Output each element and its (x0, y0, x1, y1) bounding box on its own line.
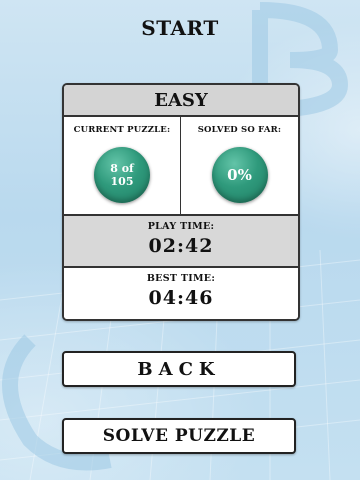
play-time-row: PLAY TIME: 02:42 (64, 216, 298, 268)
play-time-label: PLAY TIME: (147, 221, 215, 232)
page-title: START (141, 16, 219, 40)
solve-puzzle-button[interactable]: SOLVE PUZZLE (62, 418, 296, 454)
solved-so-far-label: SOLVED SO FAR: (197, 125, 282, 135)
back-button[interactable]: BACK (62, 351, 296, 387)
current-puzzle-badge: 8 of 105 (94, 147, 150, 203)
best-time-value: 04:46 (148, 287, 214, 309)
best-time-label: BEST TIME: (146, 273, 216, 284)
solved-so-far-value: 0% (227, 166, 252, 184)
puzzle-info-panel: EASY CURRENT PUZZLE: 8 of 105 SOLVED SO … (62, 83, 300, 321)
solved-so-far-cell: SOLVED SO FAR: 0% (181, 117, 298, 214)
difficulty-header: EASY (64, 85, 298, 117)
best-time-row: BEST TIME: 04:46 (64, 268, 298, 319)
solved-so-far-badge: 0% (211, 147, 268, 203)
current-puzzle-value-line1: 8 of (110, 162, 134, 175)
current-puzzle-value-line2: 105 (110, 175, 134, 188)
play-time-value: 02:42 (148, 235, 214, 257)
stats-row: CURRENT PUZZLE: 8 of 105 SOLVED SO FAR: … (64, 117, 298, 216)
current-puzzle-cell: CURRENT PUZZLE: 8 of 105 (64, 117, 181, 214)
current-puzzle-label: CURRENT PUZZLE: (73, 125, 171, 135)
